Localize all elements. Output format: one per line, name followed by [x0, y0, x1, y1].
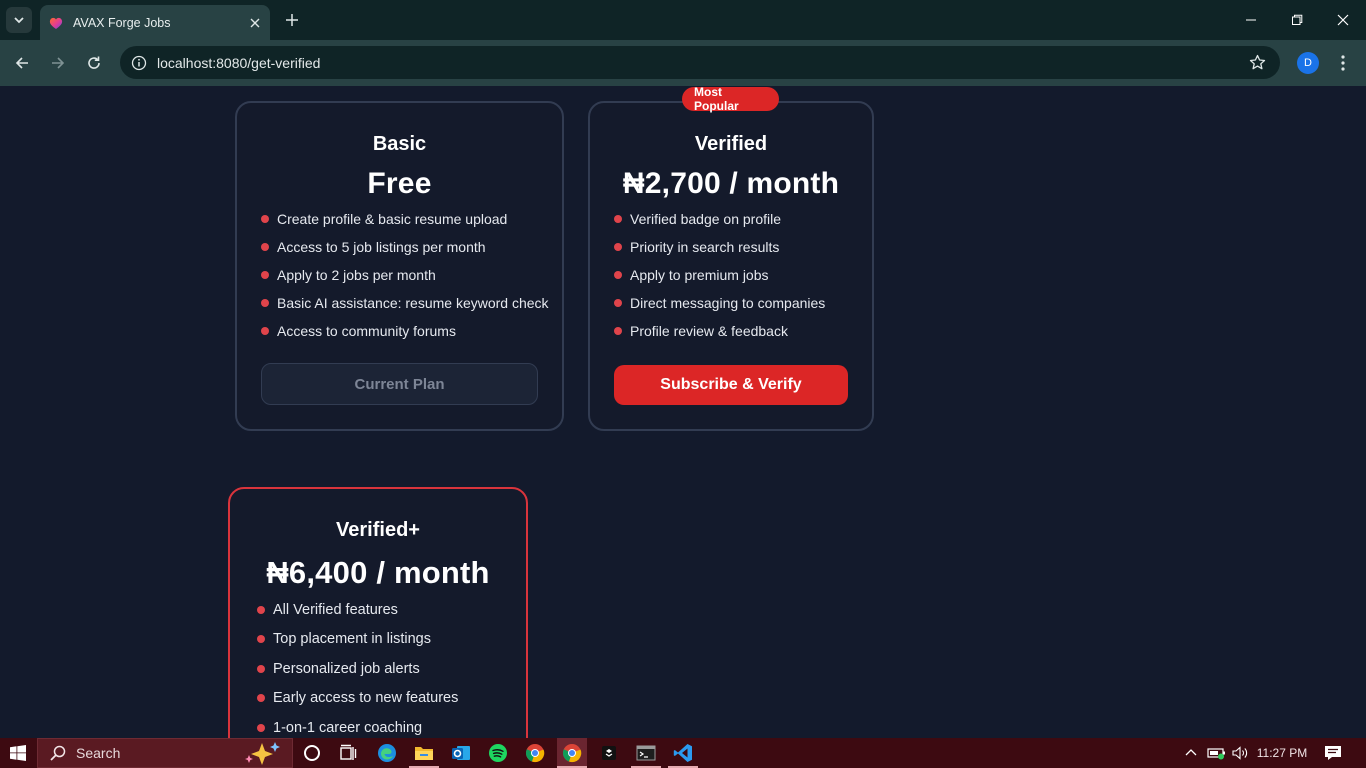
feature-list: Create profile & basic resume upload Acc…: [261, 211, 549, 351]
feature-item: Access to community forums: [261, 323, 549, 351]
feature-item: Profile review & feedback: [614, 323, 825, 351]
tab-title: AVAX Forge Jobs: [73, 15, 171, 30]
restore-button[interactable]: [1274, 0, 1320, 40]
reload-icon: [88, 56, 100, 69]
windows-logo-icon: [10, 745, 26, 761]
sparkle-icon: [245, 742, 280, 765]
plan-card-verified: Verified ₦2,700 / month Verified badge o…: [588, 101, 874, 431]
bookmark-star-icon[interactable]: [1242, 48, 1272, 78]
feature-item: Early access to new features: [257, 690, 458, 719]
battery-icon[interactable]: [1205, 738, 1229, 768]
feature-list: Verified badge on profile Priority in se…: [614, 211, 825, 351]
start-button[interactable]: [0, 738, 36, 768]
chevron-down-icon: [14, 17, 24, 24]
vscode-icon[interactable]: [668, 741, 698, 768]
outlook-icon[interactable]: [449, 741, 473, 765]
forward-button[interactable]: [44, 49, 72, 77]
new-tab-button[interactable]: [280, 8, 304, 32]
more-vertical-icon: [1341, 55, 1345, 71]
profile-avatar[interactable]: D: [1297, 52, 1319, 74]
browser-tab-bar: AVAX Forge Jobs: [0, 0, 1366, 40]
site-info-icon[interactable]: [123, 47, 155, 79]
plan-card-verified-plus: Verified+ ₦6,400 / month All Verified fe…: [228, 487, 528, 738]
show-hidden-icons-button[interactable]: [1180, 738, 1202, 768]
task-view-icon[interactable]: [336, 741, 360, 765]
browser-toolbar: localhost:8080/get-verified D: [0, 40, 1366, 86]
windows-taskbar: Search 11:27 PM: [0, 738, 1366, 768]
feature-item: Apply to 2 jobs per month: [261, 267, 549, 295]
plan-price: ₦6,400 / month: [266, 555, 490, 590]
feature-item: All Verified features: [257, 602, 458, 631]
url-text[interactable]: localhost:8080/get-verified: [157, 55, 1242, 71]
chrome-icon[interactable]: [523, 741, 547, 765]
chrome-active-taskbar-item[interactable]: [557, 738, 587, 768]
browser-menu-button[interactable]: [1332, 49, 1354, 77]
feature-item: Direct messaging to companies: [614, 295, 825, 323]
app-logo-icon: [49, 17, 63, 29]
arrow-left-icon: [15, 57, 28, 69]
feature-item: 1-on-1 career coaching: [257, 720, 458, 738]
chrome-icon: [562, 744, 582, 763]
spotify-icon[interactable]: [486, 741, 510, 765]
chevron-up-icon: [1185, 749, 1197, 756]
plan-price: Free: [367, 167, 432, 200]
feature-item: Personalized job alerts: [257, 661, 458, 690]
taskbar-clock[interactable]: 11:27 PM: [1252, 738, 1312, 768]
volume-icon[interactable]: [1229, 738, 1251, 768]
search-placeholder: Search: [76, 745, 121, 761]
plan-card-basic: Basic Free Create profile & basic resume…: [235, 101, 564, 431]
back-button[interactable]: [8, 49, 36, 77]
address-bar[interactable]: localhost:8080/get-verified: [120, 46, 1280, 79]
browser-tab-active[interactable]: AVAX Forge Jobs: [40, 5, 270, 40]
plan-name: Verified: [694, 133, 768, 155]
feature-item: Apply to premium jobs: [614, 267, 825, 295]
taskbar-search-box[interactable]: Search: [37, 738, 293, 768]
reload-button[interactable]: [80, 49, 108, 77]
subscribe-verify-button[interactable]: Subscribe & Verify: [614, 365, 848, 405]
feature-list: All Verified features Top placement in l…: [257, 602, 458, 738]
current-plan-button[interactable]: Current Plan: [261, 363, 538, 405]
restore-icon: [1292, 14, 1303, 25]
terminal-app-icon[interactable]: [597, 741, 621, 765]
file-explorer-icon[interactable]: [409, 741, 439, 768]
notification-center-icon[interactable]: [1318, 738, 1348, 768]
tab-search-button[interactable]: [6, 7, 32, 33]
most-popular-badge: Most Popular: [682, 86, 779, 113]
feature-item: Basic AI assistance: resume keyword chec…: [261, 295, 549, 323]
cmd-icon[interactable]: [631, 741, 661, 768]
close-tab-icon[interactable]: [244, 12, 266, 34]
feature-item: Create profile & basic resume upload: [261, 211, 549, 239]
close-window-button[interactable]: [1320, 0, 1366, 40]
feature-item: Verified badge on profile: [614, 211, 825, 239]
cortana-icon[interactable]: [300, 741, 324, 765]
arrow-right-icon: [52, 57, 65, 69]
edge-icon[interactable]: [375, 741, 399, 765]
search-icon: [50, 745, 66, 761]
minimize-button[interactable]: [1228, 0, 1274, 40]
plan-name: Basic: [372, 133, 427, 155]
minimize-icon: [1246, 19, 1256, 21]
close-icon: [1337, 14, 1349, 26]
feature-item: Priority in search results: [614, 239, 825, 267]
page-content: Basic Free Create profile & basic resume…: [0, 86, 1366, 738]
feature-item: Access to 5 job listings per month: [261, 239, 549, 267]
plan-name: Verified+: [336, 519, 420, 541]
feature-item: Top placement in listings: [257, 631, 458, 660]
plus-icon: [286, 14, 298, 26]
plan-price: ₦2,700 / month: [622, 167, 840, 200]
